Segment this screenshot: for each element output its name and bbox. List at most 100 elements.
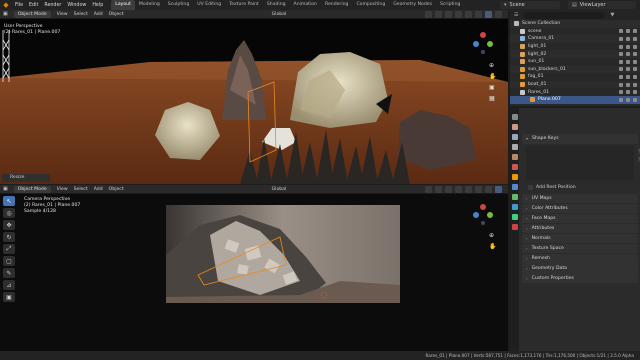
scene-selector[interactable]: ▾ Scene	[500, 1, 560, 9]
output-tab-icon[interactable]	[511, 134, 518, 140]
solid-shading-icon[interactable]	[475, 11, 482, 18]
view-layer-tab-icon[interactable]	[511, 144, 518, 150]
checkbox-icon[interactable]	[619, 82, 623, 87]
properties-section[interactable]: › Attributes	[522, 223, 638, 234]
menu-select[interactable]: Select	[74, 12, 88, 17]
camera-render-icon[interactable]	[633, 29, 637, 34]
bottom-zoom-icon[interactable]: ⊕	[489, 232, 494, 239]
filter-icon[interactable]: ▼	[610, 12, 614, 18]
tool-tab-icon[interactable]	[511, 114, 518, 120]
rotate-tool-icon[interactable]: ↻	[3, 232, 15, 242]
checkbox-icon[interactable]	[619, 52, 623, 57]
tab-animation[interactable]: Animation	[290, 0, 321, 10]
menu-add[interactable]: Add	[94, 12, 103, 17]
eye-icon[interactable]	[626, 59, 630, 64]
camera-render-icon[interactable]	[633, 59, 637, 64]
add-rest-position-checkbox[interactable]	[528, 184, 533, 190]
properties-section[interactable]: › Texture Space	[522, 243, 638, 254]
menu-window[interactable]: Window	[67, 3, 86, 8]
camera-render-icon[interactable]	[633, 90, 637, 95]
checkbox-icon[interactable]	[619, 29, 623, 34]
checkbox-icon[interactable]	[619, 44, 623, 49]
material-tab-icon[interactable]	[511, 224, 518, 230]
mode-selector[interactable]: Object Mode	[13, 10, 51, 18]
modifier-tab-icon[interactable]	[511, 184, 518, 190]
cursor-tool-icon[interactable]: ◎	[3, 208, 15, 218]
eye-icon[interactable]	[626, 44, 630, 49]
tab-layout[interactable]: Layout	[111, 0, 135, 10]
outliner-item[interactable]: Camera_01	[510, 35, 640, 43]
world-tab-icon[interactable]	[511, 164, 518, 170]
move-tool-icon[interactable]: ✥	[3, 220, 15, 230]
bottom-menu-view[interactable]: View	[57, 187, 68, 192]
bottom-xray-icon[interactable]	[455, 186, 462, 193]
wireframe-shading-icon[interactable]	[465, 11, 472, 18]
particles-tab-icon[interactable]	[511, 194, 518, 200]
bottom-overlay-toggle-icon[interactable]	[445, 186, 452, 193]
checkbox-icon[interactable]	[619, 67, 623, 72]
camera-render-icon[interactable]	[633, 97, 637, 102]
tab-scripting[interactable]: Scripting	[436, 0, 464, 10]
view-layer-selector[interactable]: ▤ ViewLayer	[568, 1, 636, 9]
bottom-transform-orientation[interactable]: Global	[272, 187, 287, 192]
transform-tool-icon[interactable]: ▢	[3, 256, 15, 266]
measure-tool-icon[interactable]: ⊿	[3, 280, 15, 290]
operator-panel[interactable]: Resize	[2, 174, 50, 182]
annotate-tool-icon[interactable]: ✎	[3, 268, 15, 278]
camera-render-icon[interactable]	[633, 36, 637, 41]
menu-help[interactable]: Help	[92, 3, 103, 8]
zoom-icon[interactable]: ⊕	[489, 62, 494, 69]
checkbox-icon[interactable]	[619, 97, 623, 102]
physics-tab-icon[interactable]	[511, 204, 518, 210]
outliner-root[interactable]: Scene Collection	[510, 20, 640, 28]
outliner-item[interactable]: Rares_01	[510, 88, 640, 96]
outliner-display-mode-icon[interactable]: ☰	[514, 12, 518, 18]
scene-tab-icon[interactable]	[511, 154, 518, 160]
checkbox-icon[interactable]	[619, 74, 623, 79]
bottom-menu-add[interactable]: Add	[94, 187, 103, 192]
bottom-wireframe-shading-icon[interactable]	[465, 186, 472, 193]
tab-uv-editing[interactable]: UV Editing	[193, 0, 225, 10]
add-cube-tool-icon[interactable]: ▣	[3, 292, 15, 302]
tab-rendering[interactable]: Rendering	[321, 0, 352, 10]
bottom-editor-type-icon[interactable]: ▣	[3, 186, 8, 192]
visibility-icon[interactable]	[425, 11, 432, 18]
top-viewport[interactable]: ⊕ ✋ ▣ ▦	[0, 10, 508, 184]
tab-texture-paint[interactable]: Texture Paint	[225, 0, 263, 10]
camera-render-icon[interactable]	[633, 82, 637, 87]
tab-geometry-nodes[interactable]: Geometry Nodes	[389, 0, 436, 10]
properties-section[interactable]: › Custom Properties	[522, 273, 638, 284]
eye-icon[interactable]	[626, 52, 630, 57]
tab-sculpting[interactable]: Sculpting	[164, 0, 193, 10]
bottom-mode-selector[interactable]: Object Mode	[13, 185, 51, 193]
scale-tool-icon[interactable]: ⤢	[3, 244, 15, 254]
eye-icon[interactable]	[626, 97, 630, 102]
tab-compositing[interactable]: Compositing	[352, 0, 389, 10]
mesh-data-tab-icon[interactable]	[511, 214, 518, 220]
eye-icon[interactable]	[626, 82, 630, 87]
bottom-visibility-icon[interactable]	[425, 186, 432, 193]
menu-render[interactable]: Render	[44, 3, 61, 8]
properties-section[interactable]: › Color Attributes	[522, 203, 638, 214]
camera-view-icon[interactable]: ▣	[489, 84, 495, 91]
add-rest-position-row[interactable]: Add Rest Position	[522, 183, 638, 192]
checkbox-icon[interactable]	[619, 59, 623, 64]
camera-render-icon[interactable]	[633, 52, 637, 57]
shape-keys-section[interactable]: ▾ Shape Keys	[522, 134, 638, 144]
render-tab-icon[interactable]	[511, 124, 518, 130]
eye-icon[interactable]	[626, 67, 630, 72]
transform-orientation[interactable]: Global	[272, 12, 287, 17]
bottom-material-shading-icon[interactable]	[485, 186, 492, 193]
tab-shading[interactable]: Shading	[263, 0, 290, 10]
outliner-item[interactable]: sun_01	[510, 58, 640, 66]
outliner-search-input[interactable]	[524, 11, 605, 19]
bottom-pan-icon[interactable]: ✋	[489, 242, 496, 250]
menu-edit[interactable]: Edit	[29, 3, 38, 8]
camera-render-icon[interactable]	[633, 74, 637, 79]
bottom-gizmo-toggle-icon[interactable]	[435, 186, 442, 193]
editor-type-icon[interactable]: ▣	[3, 11, 8, 17]
menu-view[interactable]: View	[57, 12, 68, 17]
outliner-item[interactable]: light_02	[510, 50, 640, 58]
menu-object[interactable]: Object	[109, 12, 124, 17]
bottom-menu-select[interactable]: Select	[74, 187, 88, 192]
